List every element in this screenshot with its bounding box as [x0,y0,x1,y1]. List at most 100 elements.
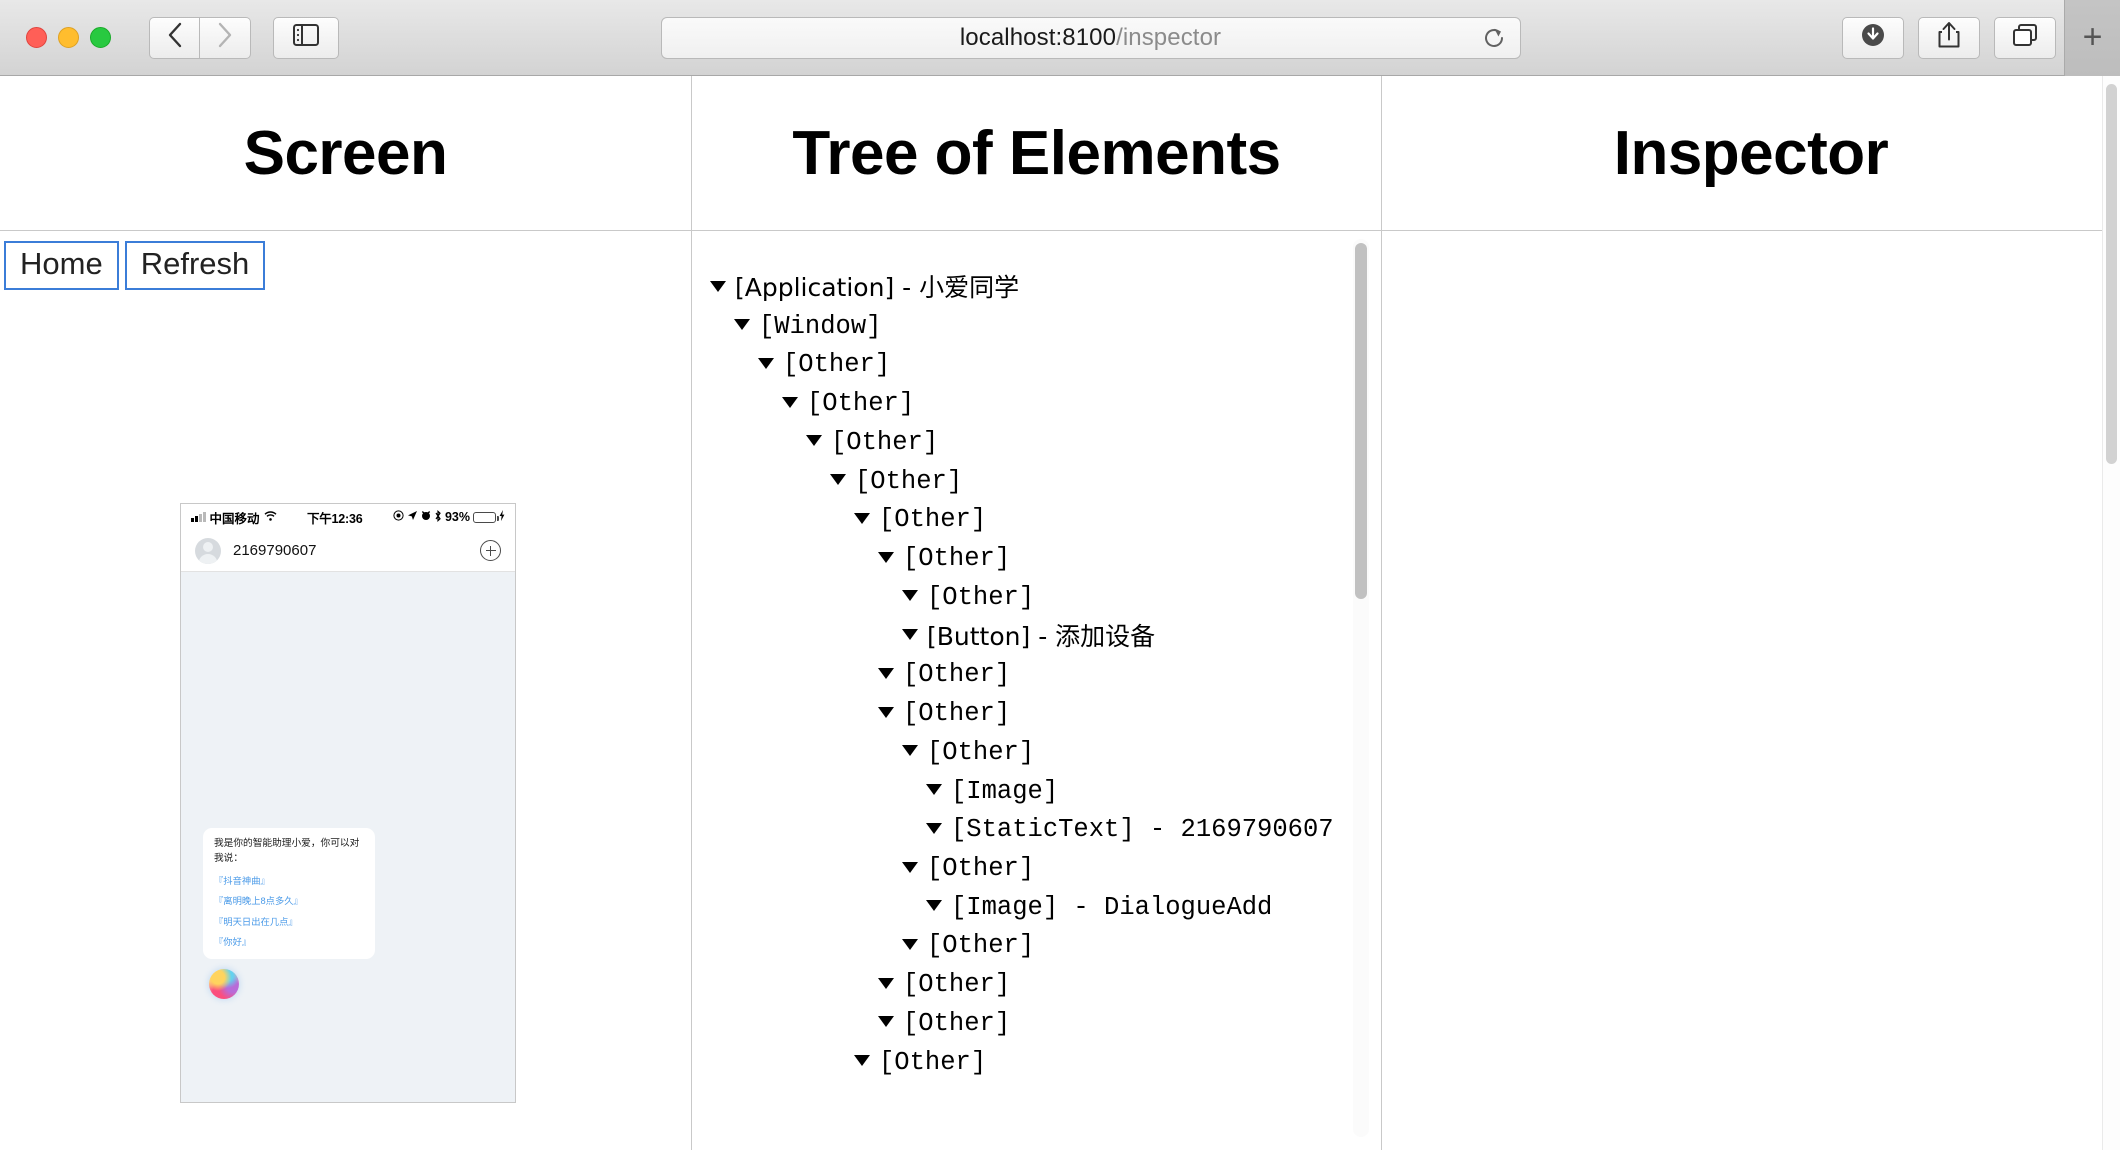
suggestion-item[interactable]: 『离明晚上8点多久』 [214,893,365,907]
tree-node[interactable]: [Image] [710,773,1340,812]
tree-node[interactable]: [Other] [710,1044,1340,1083]
tree-node-label: [Other] [807,389,914,418]
device-screenshot[interactable]: 中国移动 下午12:36 [180,503,516,1103]
tree-node-label: [Other] [903,1009,1010,1038]
sidebar-toggle-button[interactable] [273,17,339,59]
back-button[interactable] [149,17,200,59]
home-button[interactable]: Home [4,241,119,290]
status-bar-time: 下午12:36 [277,508,393,527]
disclosure-triangle-icon[interactable] [926,823,942,834]
tree-node-label: [Other] [879,1048,986,1077]
tree-node[interactable]: [Other] [710,346,1340,385]
address-bar[interactable]: localhost:8100/inspector [661,17,1521,59]
tree-node[interactable]: [Other] [710,966,1340,1005]
tree-node-label: [Image] [951,777,1058,806]
disclosure-triangle-icon[interactable] [758,358,774,369]
share-button[interactable] [1918,17,1980,59]
disclosure-triangle-icon[interactable] [926,900,942,911]
tree-scrollbar-thumb[interactable] [1355,243,1367,599]
tree-node[interactable]: [Other] [710,695,1340,734]
inspector-pane [1382,231,2120,1150]
disclosure-triangle-icon[interactable] [878,668,894,679]
disclosure-triangle-icon[interactable] [878,978,894,989]
disclosure-triangle-icon[interactable] [902,745,918,756]
tree-node[interactable]: [Application] - 小爱同学 [710,269,1340,308]
disclosure-triangle-icon[interactable] [902,939,918,950]
disclosure-triangle-icon[interactable] [830,474,846,485]
tree-scrollbar[interactable] [1353,239,1369,1137]
page-scrollbar-thumb[interactable] [2106,84,2117,464]
window-traffic-lights [26,27,111,48]
minimize-window-button[interactable] [58,27,79,48]
do-not-disturb-icon [393,510,404,524]
tree-node[interactable]: [Other] [710,579,1340,618]
conversation-header: 2169790607 [181,530,515,572]
element-tree[interactable]: [Application] - 小爱同学[Window][Other][Othe… [692,231,1340,1150]
sidebar-toggle-icon [293,24,319,51]
address-bar-container: localhost:8100/inspector [369,17,1812,59]
disclosure-triangle-icon[interactable] [878,1016,894,1027]
maximize-window-button[interactable] [90,27,111,48]
chevron-right-icon [217,22,233,53]
disclosure-triangle-icon[interactable] [854,513,870,524]
tree-node[interactable]: [Other] [710,850,1340,889]
forward-button[interactable] [200,17,251,59]
disclosure-triangle-icon[interactable] [854,1055,870,1066]
downloads-button[interactable] [1842,17,1904,59]
disclosure-triangle-icon[interactable] [878,707,894,718]
panel-content: Home Refresh 中国移动 下午12:36 [0,231,2120,1150]
assistant-intro-text: 我是你的智能助理小爱，你可以对我说： [214,837,365,866]
status-bar-left: 中国移动 [191,508,277,527]
screen-panel-header: Screen [0,76,692,230]
disclosure-triangle-icon[interactable] [734,319,750,330]
new-tab-button[interactable]: + [2064,0,2120,76]
tree-node[interactable]: [Other] [710,927,1340,966]
battery-icon [473,512,496,523]
reload-icon[interactable] [1482,26,1506,50]
tree-node[interactable]: [Other] [710,540,1340,579]
tree-node-label: [Other] [927,931,1034,960]
tree-node[interactable]: [Other] [710,463,1340,502]
tree-node-label: [Other] [927,583,1034,612]
tree-node[interactable]: [Other] [710,734,1340,773]
tree-node[interactable]: [Other] [710,424,1340,463]
chevron-left-icon [167,22,183,53]
tab-overview-button[interactable] [1994,17,2056,59]
tree-node-label: [Other] [783,350,890,379]
refresh-button[interactable]: Refresh [125,241,266,290]
tree-node[interactable]: [Image] - DialogueAdd [710,889,1340,928]
disclosure-triangle-icon[interactable] [710,281,726,292]
screen-pane: Home Refresh 中国移动 下午12:36 [0,231,692,1150]
close-window-button[interactable] [26,27,47,48]
disclosure-triangle-icon[interactable] [902,862,918,873]
disclosure-triangle-icon[interactable] [782,397,798,408]
tree-node[interactable]: [Other] [710,1005,1340,1044]
url-host: localhost:8100 [960,24,1116,51]
disclosure-triangle-icon[interactable] [926,784,942,795]
carrier-label: 中国移动 [210,508,260,527]
signal-strength-icon [191,512,206,522]
disclosure-triangle-icon[interactable] [878,552,894,563]
tree-node[interactable]: [Other] [710,385,1340,424]
plus-circle-icon[interactable] [480,540,501,561]
disclosure-triangle-icon[interactable] [902,590,918,601]
tree-node-label: [Button] - 添加设备 [927,622,1155,651]
download-icon [1859,21,1887,54]
suggestion-item[interactable]: 『你好』 [214,934,365,948]
share-icon [1937,21,1961,54]
tree-node[interactable]: [Button] - 添加设备 [710,618,1340,657]
suggestion-item[interactable]: 『抖音神曲』 [214,873,365,887]
screen-controls: Home Refresh [0,231,691,290]
status-bar-right: 93% [393,510,505,525]
tree-node-label: [Image] - DialogueAdd [951,893,1272,922]
tree-node[interactable]: [Other] [710,501,1340,540]
page-scrollbar[interactable] [2102,76,2120,1150]
assistant-message-bubble[interactable]: 我是你的智能助理小爱，你可以对我说： 『抖音神曲』 『离明晚上8点多久』 『明天… [203,828,375,959]
tree-node[interactable]: [Other] [710,656,1340,695]
url-text: localhost:8100/inspector [960,24,1221,52]
tree-node[interactable]: [Window] [710,308,1340,347]
suggestion-item[interactable]: 『明天日出在几点』 [214,914,365,928]
disclosure-triangle-icon[interactable] [806,435,822,446]
tree-node[interactable]: [StaticText] - 2169790607 [710,811,1340,850]
disclosure-triangle-icon[interactable] [902,629,918,640]
